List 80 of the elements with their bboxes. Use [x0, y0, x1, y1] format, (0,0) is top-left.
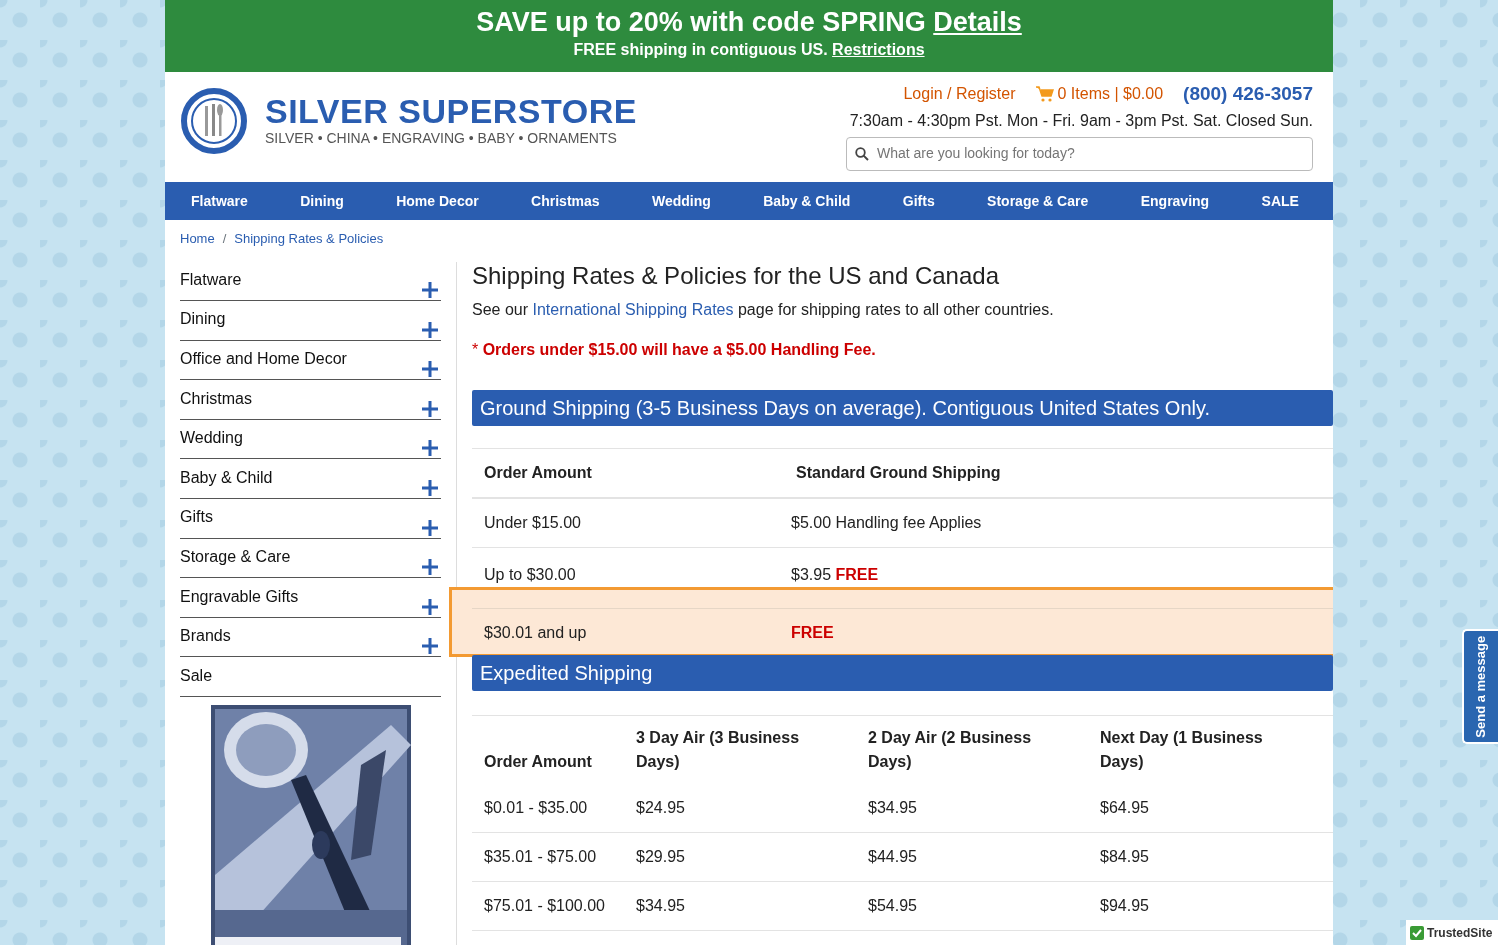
sidebar-item[interactable]: Brands	[180, 617, 441, 658]
logo-title: SILVER SUPERSTORE	[265, 93, 637, 128]
search-field[interactable]: What are you looking for today?	[846, 136, 1313, 171]
nav-link[interactable]: Christmas	[531, 190, 600, 212]
plus-icon[interactable]	[422, 559, 438, 576]
nav-link[interactable]: Storage & Care	[987, 190, 1089, 212]
logo-icon[interactable]	[179, 86, 249, 156]
logo-tagline: SILVER • CHINA • ENGRAVING • BABY • ORNAMENTS	[265, 128, 618, 148]
table-cell-text: $64.95	[1100, 798, 1150, 819]
table-cell-text: $5.00 Handling fee Applies	[791, 513, 982, 534]
nav-link[interactable]: Flatware	[191, 190, 248, 212]
table-cell-text: FREE	[791, 623, 834, 644]
table-cell-text: $34.95	[636, 896, 686, 917]
trusted-site-badge[interactable]: TrustedSite	[1406, 920, 1498, 945]
sidebar-item[interactable]: Flatware	[180, 261, 441, 302]
nav-link[interactable]: Wedding	[652, 190, 711, 212]
sidebar-item[interactable]: Engravable Gifts	[180, 578, 441, 618]
plus-icon[interactable]	[422, 321, 438, 338]
column-header: 3 Day Air (3 Business Days)	[636, 728, 801, 773]
sidebar-item[interactable]: Storage & Care	[180, 538, 441, 579]
plus-icon[interactable]	[422, 480, 438, 497]
column-header: Order Amount	[484, 752, 593, 773]
plus-icon[interactable]	[422, 638, 438, 655]
breadcrumb-separator: /	[222, 231, 227, 246]
restrictions-link[interactable]: Restrictions	[832, 40, 925, 58]
nav-link[interactable]: Gifts	[902, 190, 935, 212]
sidebar-item[interactable]: Wedding	[180, 419, 441, 460]
breadcrumb-link[interactable]: Home	[180, 231, 215, 246]
promo-subline: FREE shipping in contiguous US.	[573, 40, 829, 58]
plus-icon[interactable]	[422, 519, 438, 536]
table-cell-text: $75.01 - $100.00	[484, 896, 606, 917]
column-header: Order Amount	[484, 463, 593, 484]
table-cell-text: $44.95	[868, 847, 918, 868]
table-cell-text: $84.95	[1100, 847, 1150, 868]
sidebar-item[interactable]: Sale	[180, 657, 441, 698]
table-cell-text: $35.01 - $75.00	[484, 847, 598, 868]
table-cell-text: $94.95	[1100, 896, 1150, 917]
phone-number: (800) 426-3057	[1183, 82, 1313, 106]
sidebar-item[interactable]: Baby & Child	[180, 459, 441, 500]
intro-text: See our International Shipping Rates page for shipping rates to all other countries.	[472, 300, 1055, 321]
section-header: Ground Shipping (3-5 Business Days on average). Contiguous United States Only.	[472, 390, 1333, 427]
table-cell-text: $34.95	[868, 798, 918, 819]
table-cell-text: $3.95 FREE	[791, 565, 879, 586]
table-cell-text: $29.95	[636, 847, 686, 868]
nav-link[interactable]: Dining	[300, 190, 344, 212]
table-cell-text: $0.01 - $35.00	[484, 798, 589, 819]
plus-icon[interactable]	[422, 282, 438, 299]
sidebar-item[interactable]: Christmas	[180, 380, 441, 420]
nav-link[interactable]: Home Decor	[396, 190, 479, 212]
sidebar-item[interactable]: Office and Home Decor	[180, 340, 441, 381]
send-message-tab[interactable]: Send a message	[1462, 629, 1498, 744]
plus-icon[interactable]	[422, 361, 438, 378]
table-cell-text: Up to $30.00	[484, 565, 577, 586]
sidebar-item[interactable]: Dining	[180, 301, 441, 341]
international-rates-link[interactable]: International Shipping Rates	[532, 301, 734, 319]
table-cell-text: $30.01 and up	[484, 623, 588, 644]
column-header: 2 Day Air (2 Business Days)	[868, 728, 1033, 773]
cart-link[interactable]: 0 Items | $0.00	[1035, 82, 1164, 107]
breadcrumb-link[interactable]: Shipping Rates & Policies	[234, 231, 384, 246]
plus-icon[interactable]	[422, 400, 438, 417]
login-link[interactable]: Login / Register	[903, 82, 1016, 107]
column-header: Standard Ground Shipping	[796, 463, 1001, 484]
column-header: Next Day (1 Business Days)	[1100, 728, 1264, 773]
checkmark-icon	[1410, 925, 1424, 940]
sidebar-item[interactable]: Gifts	[180, 499, 441, 539]
table-cell-text: Under $15.00	[484, 513, 582, 534]
table-cell-text: $54.95	[868, 896, 918, 917]
section-header: Expedited Shipping	[472, 655, 1333, 692]
table-cell-text: $24.95	[636, 798, 686, 819]
details-link[interactable]: Details	[933, 7, 1022, 37]
promo-headline: SAVE up to 20% with code SPRING	[476, 7, 927, 37]
handling-fee-note: * Orders under $15.00 will have a $5.00 Handling Fee.	[472, 340, 877, 361]
nav-link[interactable]: SALE	[1261, 190, 1299, 212]
nav-link[interactable]: Engraving	[1140, 190, 1210, 212]
nav-link[interactable]: Baby & Child	[763, 190, 851, 212]
business-hours: 7:30am - 4:30pm Pst. Mon - Fri. 9am - 3pm Pst. Sat. Closed Sun.	[849, 110, 1313, 131]
plus-icon[interactable]	[422, 598, 438, 615]
page-title: Shipping Rates & Policies for the US and Canada	[472, 261, 1000, 291]
cart-icon	[1035, 86, 1054, 103]
plus-icon[interactable]	[422, 440, 438, 457]
